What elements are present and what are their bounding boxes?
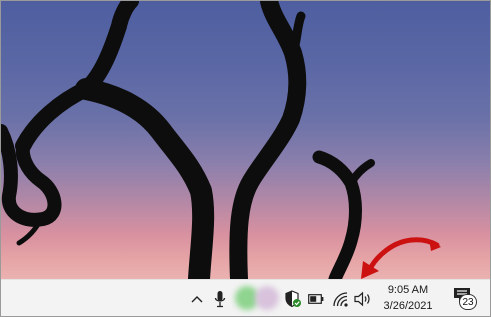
clock-button[interactable]: 9:05 AM 3/26/2021	[377, 282, 439, 316]
show-hidden-icons-button[interactable]	[186, 280, 208, 316]
speaker-icon	[354, 291, 370, 306]
shield-icon	[285, 289, 301, 307]
chevron-up-icon	[191, 295, 203, 302]
battery-icon	[308, 293, 324, 304]
screenshot-frame: 9:05 AM 3/26/2021 23	[0, 0, 491, 317]
volume-button[interactable]	[353, 280, 373, 316]
wifi-icon	[333, 291, 348, 307]
taskbar: 9:05 AM 3/26/2021 23	[1, 279, 490, 316]
clock-date: 3/26/2021	[383, 300, 433, 312]
battery-button[interactable]	[306, 280, 326, 316]
blurred-app-icons[interactable]	[231, 280, 281, 316]
windows-security-button[interactable]	[283, 280, 303, 316]
notification-center-button[interactable]: 23	[447, 286, 477, 312]
clock-time: 9:05 AM	[387, 284, 429, 296]
notification-count-badge: 23	[459, 294, 477, 310]
network-button[interactable]	[331, 280, 351, 316]
microphone-in-use-button[interactable]	[210, 280, 230, 316]
blurred-app-icon[interactable]	[255, 286, 279, 310]
microphone-icon	[214, 290, 226, 307]
red-arrow-annotation	[361, 237, 441, 279]
